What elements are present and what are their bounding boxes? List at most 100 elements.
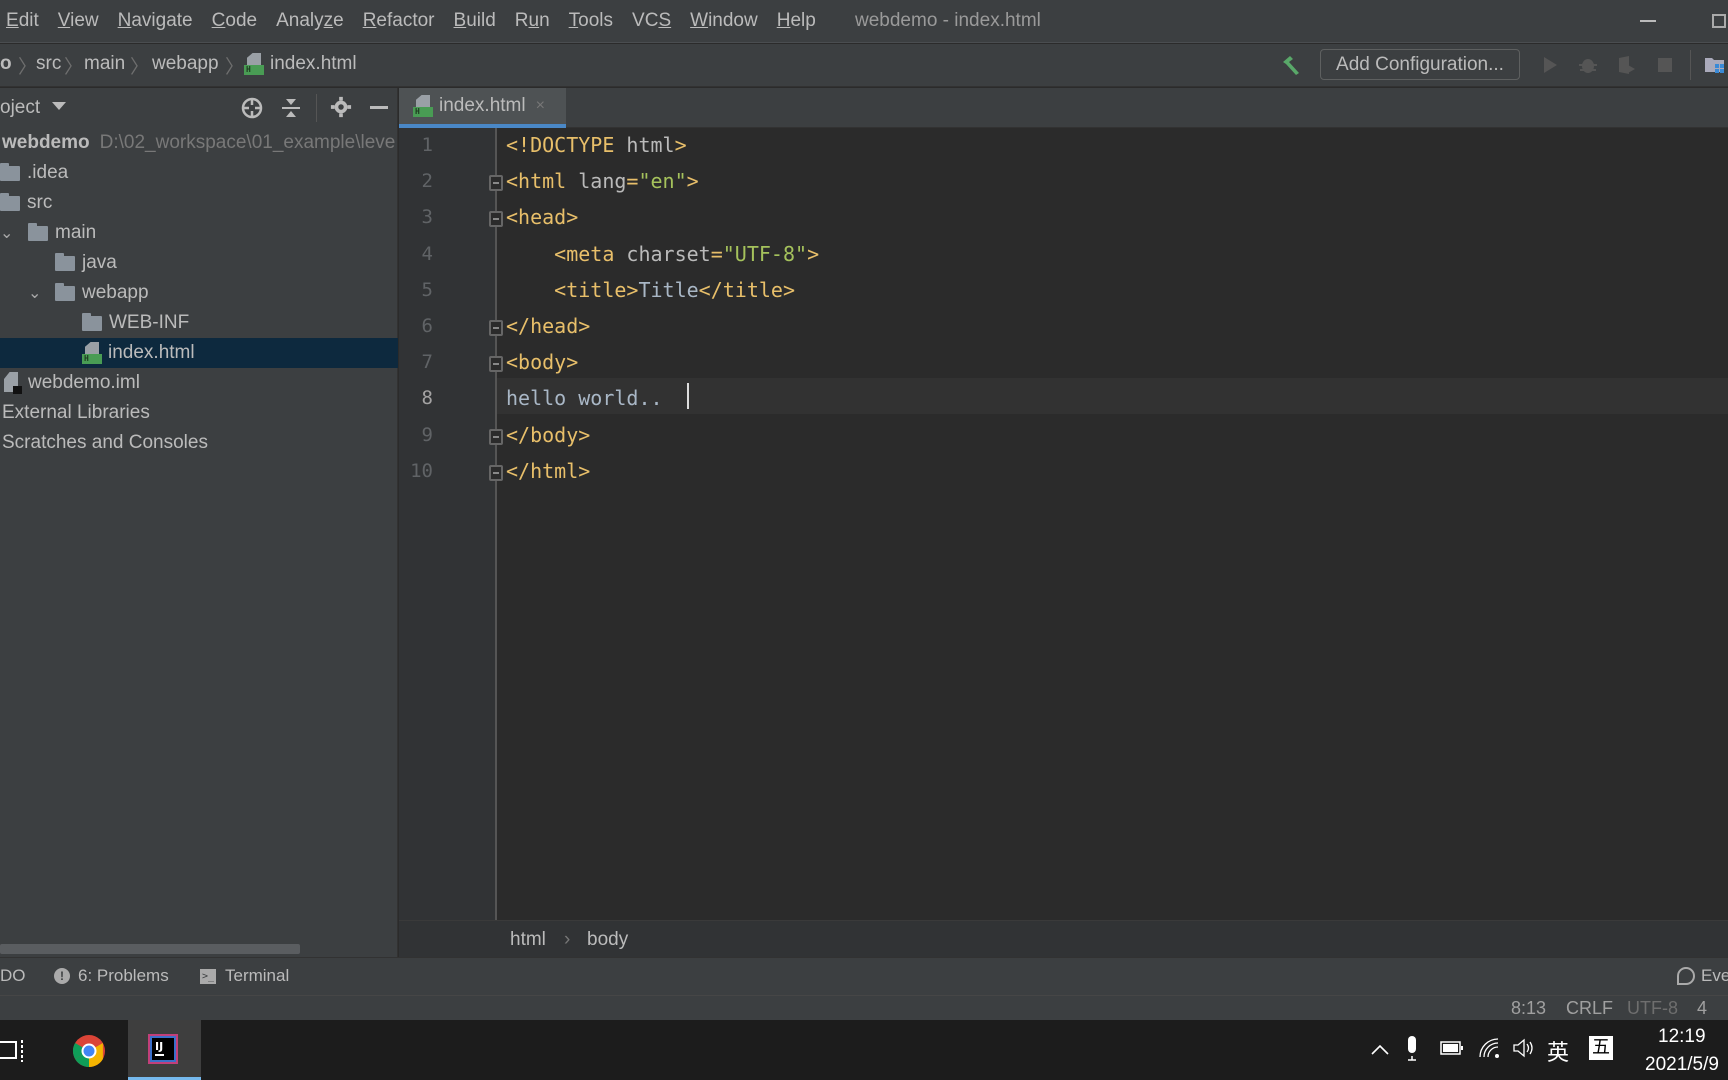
- tree-item-web-inf[interactable]: WEB-INF: [0, 308, 398, 338]
- root-name: webdemo: [2, 132, 90, 153]
- tool-window-event-log[interactable]: Eve: [1677, 966, 1728, 986]
- run-icon[interactable]: [1539, 54, 1561, 76]
- ime-language[interactable]: 英: [1547, 1035, 1569, 1067]
- editor-crumb-html[interactable]: html: [510, 929, 546, 951]
- line-number: 10: [410, 459, 433, 482]
- menu-navigate[interactable]: Navigate: [118, 10, 193, 32]
- battery-icon[interactable]: [1440, 1041, 1464, 1055]
- menu-help[interactable]: Help: [777, 10, 816, 32]
- tool-window-problems[interactable]: ! 6: Problems: [54, 966, 169, 986]
- project-view-selector[interactable]: oject: [0, 97, 40, 119]
- editor-crumb-body[interactable]: body: [587, 929, 628, 951]
- tree-item-src[interactable]: src: [0, 188, 398, 218]
- tree-root[interactable]: webdemo D:\02_workspace\01_example\leve: [0, 128, 398, 158]
- tab-index-html[interactable]: H index.html ×: [399, 88, 566, 128]
- volume-icon[interactable]: [1512, 1037, 1536, 1059]
- gear-icon[interactable]: [330, 96, 352, 118]
- menu-run[interactable]: Run: [515, 10, 550, 32]
- module-file-icon: [4, 372, 22, 394]
- microphone-icon[interactable]: [1405, 1036, 1419, 1062]
- event-log-icon: [1677, 967, 1695, 985]
- code-line: <title>Title</title>: [506, 277, 795, 302]
- tree-item-webapp[interactable]: ⌄ webapp: [0, 278, 398, 308]
- tree-item-main[interactable]: ⌄ main: [0, 218, 398, 248]
- hide-panel-icon[interactable]: [370, 106, 388, 109]
- tree-item-idea[interactable]: .idea: [0, 158, 398, 188]
- build-hammer-icon[interactable]: [1280, 54, 1302, 76]
- clock-date[interactable]: 2021/5/9: [1645, 1054, 1719, 1076]
- breadcrumb-file[interactable]: index.html: [270, 53, 357, 75]
- tool-window-terminal[interactable]: >_ Terminal: [200, 966, 289, 986]
- caret-position[interactable]: 8:13: [1511, 998, 1546, 1019]
- line-number: 8: [421, 387, 433, 410]
- menu-code[interactable]: Code: [212, 10, 257, 32]
- show-hidden-icons[interactable]: [1370, 1042, 1390, 1056]
- chevron-down-icon[interactable]: ⌄: [28, 283, 46, 303]
- editor-tab-bar: H index.html ×: [399, 88, 1728, 128]
- chevron-down-icon[interactable]: ⌄: [0, 223, 18, 243]
- line-number: 2: [421, 170, 433, 193]
- breadcrumb-main[interactable]: main: [84, 53, 125, 75]
- wifi-icon[interactable]: [1478, 1037, 1500, 1059]
- menu-analyze[interactable]: Analyze: [276, 10, 344, 32]
- fold-open-icon[interactable]: [489, 356, 503, 373]
- stop-icon[interactable]: [1654, 54, 1676, 76]
- locate-icon[interactable]: [240, 96, 264, 120]
- project-structure-icon[interactable]: [1704, 54, 1726, 76]
- minimize-icon[interactable]: [1640, 20, 1656, 22]
- project-panel: oject webdemo D:\02_workspace\01_example…: [0, 88, 398, 957]
- menu-build[interactable]: Build: [454, 10, 496, 32]
- close-icon[interactable]: ×: [536, 97, 545, 115]
- tree-item-iml[interactable]: webdemo.iml: [0, 368, 398, 398]
- code-line: <!DOCTYPE html>: [506, 133, 687, 157]
- breadcrumb-project[interactable]: o: [0, 53, 12, 75]
- menu-edit[interactable]: Edit: [6, 10, 39, 32]
- tree-item-external-libraries[interactable]: External Libraries: [0, 398, 398, 428]
- line-number: 7: [421, 351, 433, 374]
- menu-items: Edit View Navigate Code Analyze Refactor Build…: [0, 10, 835, 32]
- intellij-taskbar-button[interactable]: IJ: [128, 1020, 201, 1080]
- breadcrumb-separator: 〉: [64, 57, 84, 78]
- tree-item-index-html[interactable]: Hindex.html: [0, 338, 398, 368]
- chrome-icon[interactable]: [72, 1034, 106, 1068]
- collapse-all-icon[interactable]: [280, 96, 302, 120]
- fold-close-icon[interactable]: [489, 320, 503, 336]
- task-view-icon[interactable]: [0, 1038, 26, 1064]
- line-separator[interactable]: CRLF: [1566, 998, 1613, 1019]
- restore-icon[interactable]: [1712, 14, 1726, 28]
- clock-time[interactable]: 12:19: [1658, 1026, 1706, 1048]
- tool-window-todo[interactable]: DO: [0, 966, 26, 986]
- folder-icon: [0, 162, 20, 181]
- header-divider: [316, 94, 317, 122]
- menu-view[interactable]: View: [58, 10, 99, 32]
- root-path: D:\02_workspace\01_example\leve: [99, 132, 396, 153]
- windows-taskbar: IJ 英 五 12:19 2021/5/9: [0, 1020, 1728, 1080]
- tree-item-java[interactable]: java: [0, 248, 398, 278]
- code-line: hello world..: [506, 386, 663, 411]
- code-line: <head>: [506, 205, 579, 230]
- fold-close-icon[interactable]: [489, 428, 503, 445]
- ime-mode[interactable]: 五: [1589, 1036, 1613, 1060]
- menu-window[interactable]: Window: [690, 10, 758, 32]
- folder-icon: [55, 252, 75, 271]
- menu-vcs[interactable]: VCS: [632, 10, 671, 32]
- chevron-down-icon[interactable]: [52, 102, 66, 110]
- file-encoding[interactable]: UTF-8: [1627, 998, 1678, 1019]
- fold-open-icon[interactable]: [489, 175, 503, 192]
- fold-open-icon[interactable]: [489, 211, 503, 228]
- debug-icon[interactable]: [1577, 54, 1599, 76]
- add-configuration-button[interactable]: Add Configuration...: [1320, 49, 1520, 80]
- folder-icon: [82, 312, 102, 331]
- breadcrumb-webapp[interactable]: webapp: [152, 53, 219, 75]
- tree-item-label: webdemo.iml: [28, 372, 140, 393]
- menu-tools[interactable]: Tools: [569, 10, 613, 32]
- breadcrumb-src[interactable]: src: [36, 53, 61, 75]
- tool-window-label: Eve: [1701, 966, 1728, 985]
- tree-item-scratches[interactable]: Scratches and Consoles: [0, 428, 398, 458]
- horizontal-scrollbar[interactable]: [0, 944, 300, 954]
- fold-close-icon[interactable]: [489, 464, 503, 481]
- coverage-icon[interactable]: [1615, 54, 1637, 76]
- menu-refactor[interactable]: Refactor: [363, 10, 435, 32]
- code-line: </body>: [506, 422, 591, 447]
- current-line-highlight: [497, 378, 1728, 414]
